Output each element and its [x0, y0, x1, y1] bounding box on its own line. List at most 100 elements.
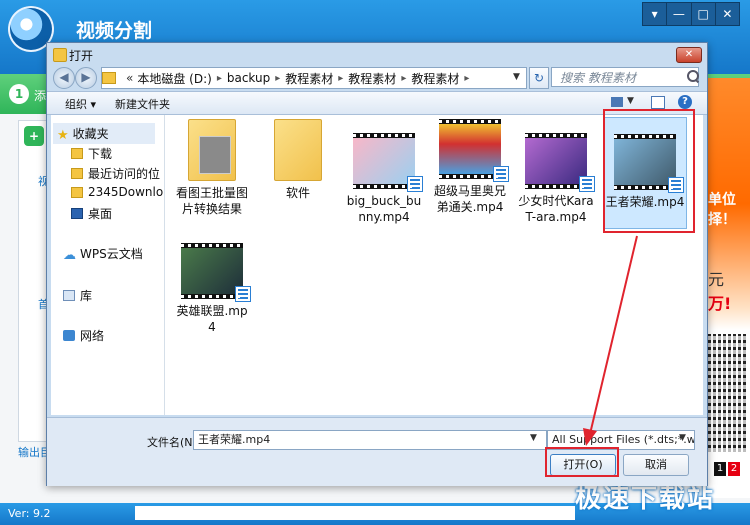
file-name: 少女时代KaraT-ara.mp4	[518, 194, 594, 224]
step-number-badge: 1	[9, 84, 29, 104]
folder-icon	[71, 186, 83, 198]
chevron-down-icon[interactable]: ▼	[679, 433, 686, 443]
video-file-icon	[235, 286, 251, 302]
video-file-icon	[579, 176, 595, 192]
file-item-folder[interactable]: 软件	[259, 119, 337, 201]
file-item-folder[interactable]: 看图王批量图片转换结果	[173, 119, 251, 217]
nav-item-downloads[interactable]: 下载	[71, 145, 112, 162]
highlight-box-open-button	[545, 447, 619, 477]
address-overflow-chevron[interactable]: «	[126, 71, 133, 85]
file-item-video[interactable]: 超级马里奥兄弟通关.mp4	[431, 119, 509, 215]
chevron-right-icon[interactable]: ▸	[464, 73, 469, 84]
folder-icon	[53, 48, 67, 62]
qr-code-image	[708, 334, 746, 452]
breadcrumb-folder[interactable]: 教程素材	[348, 70, 396, 87]
nav-item-desktop[interactable]: 桌面	[71, 205, 112, 222]
chevron-right-icon[interactable]: ▸	[275, 73, 280, 84]
view-icon[interactable]	[611, 97, 623, 107]
chevron-right-icon[interactable]: ▸	[217, 73, 222, 84]
video-thumbnail	[439, 119, 509, 182]
nav-item-label: 最近访问的位	[88, 167, 161, 181]
library-icon	[63, 290, 75, 301]
video-thumbnail	[353, 133, 423, 192]
ad-page-1[interactable]: 1	[714, 462, 726, 476]
maximize-button[interactable]: □	[692, 3, 716, 25]
recent-places-icon	[71, 168, 83, 179]
preview-pane-icon[interactable]	[651, 96, 665, 109]
ad-text: 单位 择！	[708, 192, 736, 228]
filename-input[interactable]: 王者荣耀.mp4	[193, 430, 547, 450]
chevron-down-icon[interactable]: ▼	[530, 433, 537, 443]
video-thumbnail	[525, 133, 595, 192]
video-file-icon	[493, 166, 509, 182]
file-item-video[interactable]: 英雄联盟.mp4	[173, 243, 251, 335]
dialog-titlebar[interactable]: 打开 ✕	[47, 43, 707, 65]
folder-icon	[188, 119, 236, 181]
desktop-icon	[71, 208, 83, 219]
file-item-video[interactable]: big_buck_bunny.mp4	[345, 119, 423, 225]
dialog-close-button[interactable]: ✕	[676, 47, 702, 63]
file-name: 软件	[285, 186, 310, 200]
cancel-button[interactable]: 取消	[623, 454, 689, 476]
video-thumbnail	[181, 243, 251, 302]
organize-menu[interactable]: 组织 ▾	[65, 96, 96, 112]
cloud-icon: ☁	[63, 248, 76, 263]
dialog-title: 打开	[69, 49, 94, 63]
search-icon[interactable]	[687, 70, 699, 82]
file-name: big_buck_bunny.mp4	[346, 194, 422, 224]
help-icon[interactable]: ?	[678, 95, 692, 109]
new-folder-button[interactable]: 新建文件夹	[115, 96, 170, 112]
search-input[interactable]: 搜索 教程素材	[551, 67, 699, 87]
navigation-pane: ★ 收藏夹 下载 最近访问的位 2345Downlo 桌面 ☁ WPS云文档 库	[51, 115, 165, 415]
chevron-down-icon[interactable]: ▼	[627, 96, 634, 106]
nav-item-label: 库	[80, 289, 93, 303]
nav-item-favorites[interactable]: ★ 收藏夹	[53, 123, 155, 144]
breadcrumb-drive[interactable]: 本地磁盘 (D:)	[137, 70, 211, 87]
highlight-box-selected-file	[603, 109, 695, 233]
file-item-video[interactable]: 少女时代KaraT-ara.mp4	[517, 119, 595, 225]
breadcrumb-folder[interactable]: 教程素材	[285, 70, 333, 87]
back-arrow-icon[interactable]: ◀	[53, 67, 75, 89]
close-button[interactable]: ✕	[716, 3, 739, 25]
breadcrumb-backup[interactable]: backup	[227, 71, 270, 85]
address-bar[interactable]: « 本地磁盘 (D:) ▸ backup ▸ 教程素材 ▸ 教程素材 ▸ 教程素…	[101, 67, 527, 89]
ad-text-wan: 万!	[708, 294, 732, 313]
version-label: Ver: 9.2	[8, 507, 51, 520]
window-controls: ▾ — □ ✕	[642, 2, 740, 26]
menu-icon[interactable]: ▾	[643, 3, 668, 25]
nav-item-recent[interactable]: 最近访问的位	[71, 165, 160, 182]
ad-page-switch: 1 2	[714, 462, 740, 476]
nav-item-label: 2345Downlo	[88, 185, 164, 199]
step-label: 添	[34, 89, 47, 103]
forward-arrow-icon[interactable]: ▶	[75, 67, 97, 89]
star-icon: ★	[57, 128, 69, 143]
app-title: 视频分割	[76, 20, 153, 42]
chevron-right-icon[interactable]: ▸	[338, 73, 343, 84]
nav-item-label: WPS云文档	[80, 247, 143, 261]
nav-item-label: 网络	[80, 329, 105, 343]
nav-item-2345downloads[interactable]: 2345Downlo	[71, 185, 163, 199]
nav-item-wps-cloud[interactable]: ☁ WPS云文档	[63, 245, 143, 263]
status-progress-bar	[135, 506, 575, 520]
file-name: 超级马里奥兄弟通关.mp4	[433, 184, 506, 214]
refresh-icon[interactable]: ↻	[529, 67, 549, 89]
folder-icon	[102, 72, 116, 84]
breadcrumb-folder[interactable]: 教程素材	[411, 70, 459, 87]
chevron-down-icon[interactable]: ▼	[513, 72, 520, 82]
minimize-button[interactable]: —	[667, 3, 692, 25]
ad-text-yuan: 元	[708, 270, 725, 289]
address-row: ◀ ▶ « 本地磁盘 (D:) ▸ backup ▸ 教程素材 ▸ 教程素材 ▸…	[51, 66, 701, 90]
add-file-button[interactable]: +	[24, 126, 44, 146]
folder-icon	[71, 148, 83, 159]
ad-page-2[interactable]: 2	[728, 462, 740, 476]
file-name: 看图王批量图片转换结果	[175, 186, 248, 216]
folder-icon	[274, 119, 322, 181]
file-name: 英雄联盟.mp4	[176, 304, 248, 334]
video-file-icon	[407, 176, 423, 192]
nav-item-label: 下载	[88, 147, 113, 161]
nav-item-label: 桌面	[88, 207, 113, 221]
nav-item-library[interactable]: 库	[63, 287, 92, 304]
chevron-right-icon[interactable]: ▸	[401, 73, 406, 84]
nav-item-network[interactable]: 网络	[63, 327, 104, 344]
network-icon	[63, 330, 75, 341]
